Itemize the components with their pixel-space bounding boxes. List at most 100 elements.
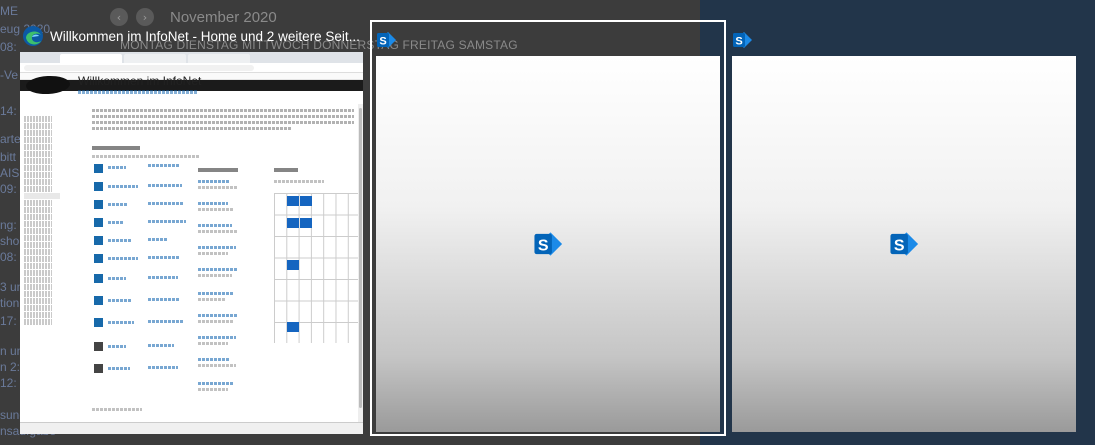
link-tile-icon — [94, 342, 103, 351]
announcement-line — [198, 202, 228, 205]
edge-icon — [22, 25, 44, 47]
link-title — [108, 185, 138, 188]
announcement-line — [198, 224, 232, 227]
announcement-line — [198, 314, 238, 317]
svg-text:S: S — [538, 238, 549, 255]
link-title — [108, 321, 134, 324]
link-desc — [148, 220, 186, 223]
announcement-line — [198, 186, 238, 189]
footer-line — [92, 408, 142, 411]
sharepoint-icon: S — [376, 29, 398, 51]
link-desc — [148, 202, 184, 205]
intro-text-line — [92, 127, 292, 130]
link-title — [108, 166, 126, 169]
link-title — [108, 345, 126, 348]
announcement-line — [198, 252, 228, 255]
announcement-line — [198, 298, 226, 301]
mail-fragment: -Ve — [0, 68, 19, 82]
announcement-line — [198, 208, 234, 211]
link-title — [108, 367, 130, 370]
calendar-event — [287, 322, 299, 332]
browser-tab — [124, 54, 186, 63]
link-desc — [148, 276, 178, 279]
quick-launch-nav — [24, 116, 64, 326]
section-heading-calendar — [274, 168, 298, 172]
section-heading-links — [92, 146, 140, 150]
link-desc — [148, 164, 180, 167]
mail-fragment: arte — [0, 132, 21, 146]
link-tile-icon — [94, 182, 103, 191]
section-heading-announcements — [198, 168, 238, 172]
mail-fragment: 17: — [0, 314, 17, 328]
sharepoint-window-thumbnail: S — [376, 56, 720, 432]
breadcrumb — [78, 90, 198, 94]
link-title — [108, 239, 132, 242]
address-bar — [20, 63, 363, 73]
page-heading: Willkommen im InfoNet — [78, 74, 202, 88]
announcement-line — [198, 292, 234, 295]
link-title — [108, 221, 124, 224]
announcement-line — [198, 336, 236, 339]
link-tile-icon — [94, 200, 103, 209]
sharepoint-logo-icon: S — [889, 228, 919, 258]
link-tile-icon — [94, 254, 103, 263]
browser-tabs — [20, 52, 363, 63]
links-header — [92, 155, 200, 158]
link-title — [108, 277, 126, 280]
calendar-event — [300, 218, 312, 228]
mail-fragment: 08: — [0, 250, 17, 264]
link-desc — [148, 366, 178, 369]
announcement-line — [198, 382, 234, 385]
announcement-line — [198, 320, 234, 323]
sharepoint-icon: S — [732, 29, 754, 51]
window-title: Willkommen im InfoNet - Home und 2 weite… — [50, 28, 360, 44]
link-title — [108, 203, 128, 206]
edge-window-thumbnail[interactable]: Willkommen im InfoNet — [20, 52, 363, 434]
mail-fragment: ME — [0, 4, 18, 18]
link-title — [108, 257, 138, 260]
calendar-event — [287, 260, 299, 270]
intro-text-line — [92, 109, 354, 112]
intro-text-line — [92, 121, 354, 124]
mail-fragment: n 2: — [0, 360, 21, 374]
mail-fragment: AIS — [0, 166, 20, 180]
announcement-line — [198, 358, 230, 361]
link-desc — [148, 238, 168, 241]
announcement-line — [198, 274, 232, 277]
thumbnail-taskbar — [20, 422, 363, 434]
link-tile-icon — [94, 318, 103, 327]
intro-text-line — [92, 115, 354, 118]
link-desc — [148, 184, 182, 187]
sharepoint-window-thumbnail: S — [732, 56, 1076, 432]
announcement-line — [198, 246, 236, 249]
announcement-line — [198, 388, 228, 391]
calendar-event — [300, 196, 312, 206]
window-card-header: S — [376, 22, 404, 58]
mail-fragment: bitt — [0, 150, 17, 164]
sharepoint-logo-icon: S — [533, 228, 563, 258]
link-tile-icon — [94, 218, 103, 227]
calendar-event — [287, 218, 299, 228]
window-card-sharepoint-2[interactable]: S S — [732, 20, 1076, 432]
link-desc — [148, 298, 180, 301]
window-card-header: S — [732, 22, 760, 58]
announcement-line — [198, 180, 230, 183]
mail-fragment: 12: — [0, 376, 17, 390]
announcement-line — [198, 268, 238, 271]
link-tile-icon — [94, 364, 103, 373]
link-desc — [148, 344, 174, 347]
window-card-sharepoint-1[interactable]: S S — [376, 20, 720, 432]
calendar-month-nav — [274, 180, 324, 183]
svg-text:S: S — [735, 36, 742, 48]
link-tile-icon — [94, 296, 103, 305]
mail-fragment: 09: — [0, 182, 17, 196]
link-tile-icon — [94, 164, 103, 173]
mail-fragment: 14: — [0, 104, 17, 118]
link-desc — [148, 320, 184, 323]
mail-fragment: 08: — [0, 40, 17, 54]
link-tile-icon — [94, 274, 103, 283]
mail-fragment: sho — [0, 234, 20, 248]
browser-tab — [188, 54, 250, 63]
announcement-line — [198, 230, 238, 233]
url-field — [24, 64, 254, 71]
